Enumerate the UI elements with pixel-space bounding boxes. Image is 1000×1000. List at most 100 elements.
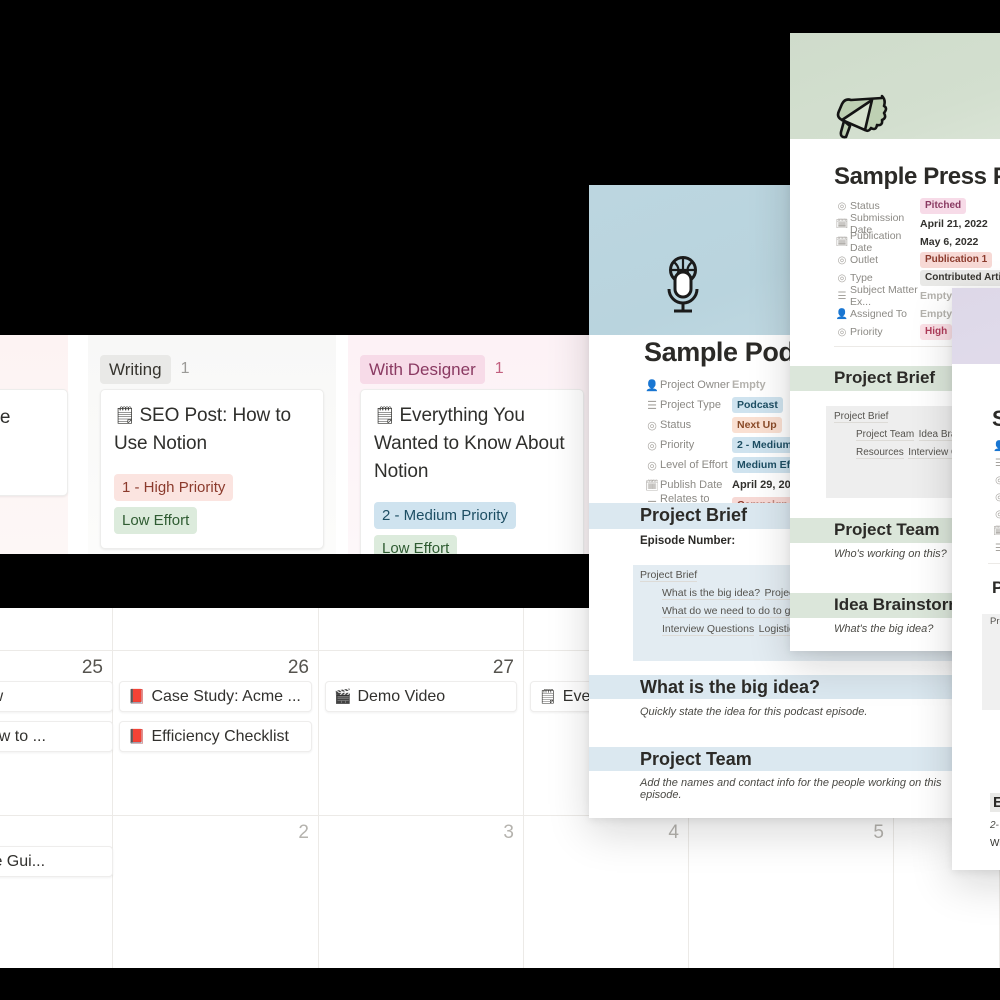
calendar-daynum: 4 — [668, 822, 679, 843]
calendar-daynum: 27 — [492, 657, 514, 678]
calendar-event[interactable]: finitive Gui... — [0, 846, 113, 877]
calendar-cell-day-2[interactable]: 2 — [113, 816, 319, 968]
tag-medium-priority[interactable]: 2 - Medium Priority — [374, 502, 516, 529]
kanban-column-partial[interactable]: les are — [0, 335, 68, 554]
section-subtext: What's the big idea? — [834, 623, 934, 635]
toc-title[interactable]: Project Brief — [640, 569, 698, 582]
section-subtext: Add the names and contact info for the p… — [640, 777, 942, 801]
section-heading-project-brief: Project Brief — [640, 505, 748, 525]
property-value: Empty — [920, 290, 953, 302]
property-value: Next Up — [732, 416, 782, 434]
property-value: Empty — [732, 379, 766, 391]
property-row[interactable]: ☰ — [992, 540, 1000, 557]
toc-item[interactable]: Project Team — [856, 429, 915, 441]
book-icon: 📕 — [128, 688, 146, 704]
calendar-event-label: Case Study: Acme ... — [151, 687, 301, 705]
section-heading-idea-brainstorm: Idea Brainstorm — [834, 595, 964, 614]
property-row[interactable]: 🗓 — [992, 523, 1000, 540]
calendar-event[interactable]: st: How to ... — [0, 721, 113, 752]
calendar-icon: 🗓 — [645, 479, 659, 492]
property-key: Outlet — [850, 254, 879, 266]
calendar-cell[interactable] — [113, 608, 319, 650]
divider-band — [0, 554, 590, 608]
property-key: Subject Matter Ex... — [850, 284, 918, 308]
kanban-card-partial-title: les are — [0, 407, 11, 428]
bottom-line-1: 2- — [990, 820, 999, 831]
tag-low-effort[interactable]: Low Effort — [114, 507, 198, 534]
calendar-daynum: 26 — [287, 657, 309, 678]
calendar-cell[interactable] — [0, 608, 113, 650]
calendar-cell-day-24[interactable]: 25 erview st: How to ... — [0, 651, 113, 815]
person-icon: 👤 — [645, 379, 659, 392]
calendar-cell-day-3[interactable]: 3 — [319, 816, 524, 968]
tag-low-effort[interactable]: Low Effort — [374, 535, 458, 554]
select-icon: ◎ — [837, 272, 847, 284]
kanban-column-with-designer[interactable]: With Designer 1 🗒 Everything You Wanted t… — [348, 335, 590, 554]
toc-title[interactable]: Pro — [990, 616, 1000, 627]
calendar-cell[interactable] — [319, 608, 524, 650]
select-icon: ◎ — [837, 326, 847, 338]
episode-number-label: Episode Number: — [640, 535, 736, 547]
page-title: S — [992, 406, 1000, 431]
divider — [988, 563, 1000, 564]
kanban-card-seo-post-tags: 1 - High Priority Low Effort — [114, 468, 310, 534]
document-icon: 🗒 — [114, 406, 136, 425]
section-heading-project-team: Project Team — [834, 520, 940, 539]
calendar-cell-day-1[interactable]: finitive Gui... — [0, 816, 113, 968]
property-value: Podcast — [732, 396, 783, 414]
toc-block-background — [982, 614, 1000, 710]
calendar-cell-day-26[interactable]: 27 🎬 Demo Video — [319, 651, 524, 815]
property-row[interactable]: ◎ — [992, 489, 1000, 506]
kanban-card-everything-notion[interactable]: 🗒 Everything You Wanted to Know About Not… — [360, 389, 584, 554]
calendar-cell-day-4[interactable]: 4 — [524, 816, 689, 968]
toc-item[interactable]: Resources — [856, 447, 904, 459]
property-row[interactable]: ☰ — [992, 455, 1000, 472]
calendar-event-label: Demo Video — [357, 687, 446, 705]
toc-item[interactable]: What is the big idea? — [662, 587, 761, 600]
calendar-event[interactable]: 📕 Efficiency Checklist — [119, 721, 312, 752]
calendar-cell-day-5[interactable]: 5 — [689, 816, 894, 968]
select-icon: ◎ — [837, 254, 847, 266]
property-row[interactable]: 👤 — [992, 438, 1000, 455]
page-properties: 👤 ☰ ◎ ◎ ◎ 🗓 ☰ — [992, 438, 1000, 557]
book-icon[interactable] — [992, 336, 1000, 393]
property-key: Priority — [660, 439, 695, 451]
calendar-event[interactable]: 🎬 Demo Video — [325, 681, 517, 712]
calendar-icon: 🗓 — [835, 236, 849, 248]
list-icon: ☰ — [995, 543, 1000, 554]
calendar-event[interactable]: erview — [0, 681, 113, 712]
kanban-column-writing-label[interactable]: Writing — [100, 354, 171, 384]
megaphone-icon[interactable] — [832, 90, 890, 153]
person-icon: 👤 — [835, 308, 849, 320]
calendar-event-label: finitive Gui... — [0, 852, 46, 870]
section-heading: P — [992, 578, 1000, 597]
property-row[interactable]: ◎ — [992, 472, 1000, 489]
microphone-icon[interactable] — [651, 253, 715, 322]
toc-title[interactable]: Project Brief — [834, 411, 889, 423]
property-row-publication-date[interactable]: 🗓 Publication Date May 6, 2022 — [834, 230, 1000, 254]
kanban-card-seo-post-title: 🗒 SEO Post: How to Use Notion — [114, 405, 291, 454]
page-card-partial-third[interactable]: S 👤 ☰ ◎ ◎ ◎ 🗓 ☰ P Pro Ex 2- Wr — [952, 288, 1000, 870]
section-subtext: Who's working on this? — [834, 548, 947, 560]
kanban-card-partial[interactable]: les are — [0, 389, 68, 496]
kanban-column-writing[interactable]: Writing 1 🗒 SEO Post: How to Use Notion 1… — [88, 335, 336, 554]
kanban-column-with-designer-label[interactable]: With Designer — [360, 354, 485, 384]
section-heading-big-idea: What is the big idea? — [640, 677, 821, 697]
clapperboard-icon: 🎬 — [334, 688, 352, 704]
select-icon: ◎ — [647, 459, 657, 472]
toc-item[interactable]: Interview Questions — [662, 623, 755, 636]
calendar-event[interactable]: 📕 Case Study: Acme ... — [119, 681, 312, 712]
book-icon: 📕 — [128, 728, 146, 744]
tag-high-priority[interactable]: 1 - High Priority — [114, 474, 234, 501]
calendar-daynum: 5 — [873, 822, 884, 843]
calendar-cell-day-25[interactable]: 26 📕 Case Study: Acme ... 📕 Efficiency C… — [113, 651, 319, 815]
property-key: Priority — [850, 326, 883, 338]
calendar-daynum: 25 — [81, 657, 103, 678]
kanban-card-seo-post[interactable]: 🗒 SEO Post: How to Use Notion 1 - High Pr… — [100, 389, 324, 549]
property-key: Project Type — [660, 399, 721, 411]
property-row-outlet[interactable]: ◎ Outlet Publication 1 — [834, 251, 1000, 269]
kanban-card-everything-notion-tags: 2 - Medium Priority Low Effort — [374, 496, 570, 554]
select-icon: ◎ — [647, 439, 657, 452]
property-row[interactable]: ◎ — [992, 506, 1000, 523]
calendar-row-week-2: finitive Gui... 2 3 4 5 6 — [0, 815, 1000, 968]
